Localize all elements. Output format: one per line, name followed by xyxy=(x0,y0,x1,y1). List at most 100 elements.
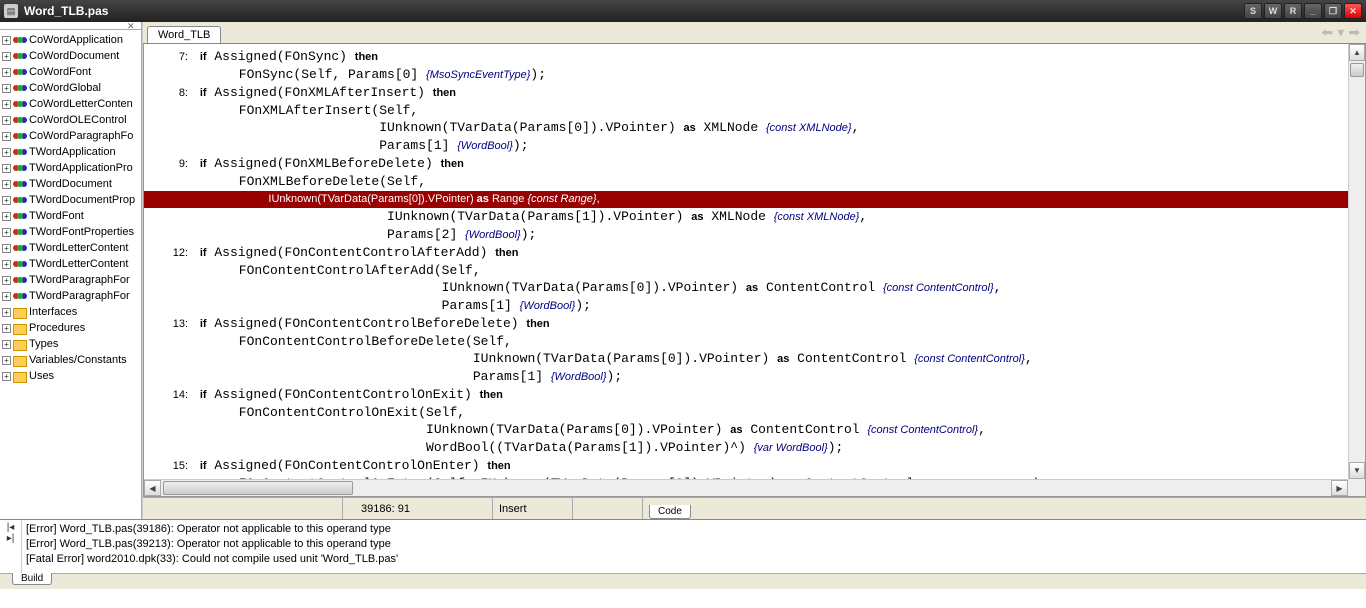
tree-item[interactable]: + CoWordOLEControl xyxy=(0,112,141,128)
scroll-thumb[interactable] xyxy=(1350,63,1364,77)
tree-item[interactable]: +CoWordApplication xyxy=(0,32,141,48)
btn-r[interactable]: R xyxy=(1284,3,1302,19)
tree-item[interactable]: +CoWordParagraphFo xyxy=(0,128,141,144)
horizontal-scrollbar[interactable]: ◀ ▶ xyxy=(144,479,1348,496)
close-button[interactable]: ✕ xyxy=(1344,3,1362,19)
tree-item-label: Variables/Constants xyxy=(29,354,127,366)
hscroll-thumb[interactable] xyxy=(163,481,353,495)
tree-item[interactable]: + Uses xyxy=(0,368,141,384)
tree-item[interactable]: +TWordLetterContent xyxy=(0,240,141,256)
tree-item[interactable]: + Types xyxy=(0,336,141,352)
scroll-right-icon[interactable]: ▶ xyxy=(1331,480,1348,496)
msg-last-icon[interactable]: ▸| xyxy=(0,533,21,544)
code-area[interactable]: 7: if Assigned(FOnSync) then FOnSync(Sel… xyxy=(143,44,1366,497)
cursor-position: 39186: 91 xyxy=(343,498,493,519)
expander-icon[interactable]: + xyxy=(2,292,11,301)
tree-item[interactable]: + CoWordFont xyxy=(0,64,141,80)
expander-icon[interactable]: + xyxy=(2,164,11,173)
class-icon xyxy=(13,34,27,47)
panel-close-icon[interactable]: ✕ xyxy=(127,22,139,30)
tree-item-label: TWordApplicationPro xyxy=(29,162,133,174)
scroll-up-icon[interactable]: ▲ xyxy=(1349,44,1365,61)
nav-dropdown-icon[interactable]: ▾ xyxy=(1337,24,1344,41)
main-area: ✕ +CoWordApplication+CoWordDocument+CoWo… xyxy=(0,22,1366,519)
status-bar: 39186: 91 Insert Code xyxy=(143,497,1366,519)
expander-icon[interactable]: + xyxy=(2,132,11,141)
scroll-down-icon[interactable]: ▼ xyxy=(1349,462,1365,479)
tree-item-label: CoWordOLEControl xyxy=(29,114,127,126)
expander-icon[interactable]: + xyxy=(2,308,11,317)
status-cell-1 xyxy=(143,498,343,519)
msg-first-icon[interactable]: |◂ xyxy=(0,522,21,533)
expander-icon[interactable]: + xyxy=(2,52,11,61)
tree-item[interactable]: + Interfaces xyxy=(0,304,141,320)
tree-item-label: Interfaces xyxy=(29,306,77,318)
expander-icon[interactable]: + xyxy=(2,148,11,157)
expander-icon[interactable]: + xyxy=(2,212,11,221)
expander-icon[interactable]: + xyxy=(2,180,11,189)
tree-item-label: CoWordFont xyxy=(29,66,91,78)
tree-item[interactable]: + TWordApplicationPro xyxy=(0,160,141,176)
expander-icon[interactable]: + xyxy=(2,196,11,205)
tree-item[interactable]: +CoWordLetterConten xyxy=(0,96,141,112)
expander-icon[interactable]: + xyxy=(2,340,11,349)
tree-item[interactable]: + TWordFontProperties xyxy=(0,224,141,240)
tree-item[interactable]: +TWordDocument xyxy=(0,176,141,192)
minimize-button[interactable]: _ xyxy=(1304,3,1322,19)
expander-icon[interactable]: + xyxy=(2,260,11,269)
tree-item[interactable]: +TWordFont xyxy=(0,208,141,224)
message-line[interactable]: [Error] Word_TLB.pas(39186): Operator no… xyxy=(26,522,1362,537)
maximize-button[interactable]: ❐ xyxy=(1324,3,1342,19)
expander-icon[interactable]: + xyxy=(2,116,11,125)
tree-item[interactable]: + TWordDocumentProp xyxy=(0,192,141,208)
tree-item-label: TWordFontProperties xyxy=(29,226,134,238)
tree-item[interactable]: +CoWordGlobal xyxy=(0,80,141,96)
expander-icon[interactable]: + xyxy=(2,68,11,77)
expander-icon[interactable]: + xyxy=(2,36,11,45)
class-icon xyxy=(13,66,27,79)
expander-icon[interactable]: + xyxy=(2,276,11,285)
expander-icon[interactable]: + xyxy=(2,100,11,109)
class-icon xyxy=(13,274,27,287)
expander-icon[interactable]: + xyxy=(2,372,11,381)
msg-gutter: |◂ ▸| xyxy=(0,520,22,573)
vertical-scrollbar[interactable]: ▲ ▼ xyxy=(1348,44,1365,479)
expander-icon[interactable]: + xyxy=(2,228,11,237)
code-content[interactable]: 7: if Assigned(FOnSync) then FOnSync(Sel… xyxy=(144,44,1365,493)
expander-icon[interactable]: + xyxy=(2,84,11,93)
class-icon xyxy=(13,50,27,63)
tree-item[interactable]: + Variables/Constants xyxy=(0,352,141,368)
messages-list[interactable]: [Error] Word_TLB.pas(39186): Operator no… xyxy=(22,520,1366,573)
nav-back-icon[interactable]: ⬅ xyxy=(1322,24,1334,41)
message-line[interactable]: [Error] Word_TLB.pas(39213): Operator no… xyxy=(26,537,1362,552)
editor-tab[interactable]: Word_TLB xyxy=(147,26,221,43)
tree-item-label: TWordDocumentProp xyxy=(29,194,135,206)
window-buttons: S W R _ ❐ ✕ xyxy=(1244,3,1362,19)
scroll-left-icon[interactable]: ◀ xyxy=(144,480,161,496)
tree-item[interactable]: +TWordParagraphFor xyxy=(0,272,141,288)
tree-item[interactable]: +TWordApplication xyxy=(0,144,141,160)
message-line[interactable]: [Fatal Error] word2010.dpk(33): Could no… xyxy=(26,552,1362,567)
title-bar: ▤ Word_TLB.pas S W R _ ❐ ✕ xyxy=(0,0,1366,22)
expander-icon[interactable]: + xyxy=(2,324,11,333)
btn-s[interactable]: S xyxy=(1244,3,1262,19)
tree-item[interactable]: +TWordLetterContent xyxy=(0,256,141,272)
class-icon xyxy=(13,258,27,271)
code-view-tab[interactable]: Code xyxy=(649,505,691,519)
tree-item-label: Uses xyxy=(29,370,54,382)
view-tabs: Code xyxy=(643,498,691,519)
expander-icon[interactable]: + xyxy=(2,244,11,253)
tree-body[interactable]: +CoWordApplication+CoWordDocument+CoWord… xyxy=(0,30,141,519)
build-tab[interactable]: Build xyxy=(12,573,52,585)
tree-item-label: TWordParagraphFor xyxy=(29,290,130,302)
class-icon xyxy=(13,98,27,111)
nav-forward-icon[interactable]: ➡ xyxy=(1348,24,1360,41)
class-icon xyxy=(13,194,27,207)
tree-item[interactable]: +CoWordDocument xyxy=(0,48,141,64)
btn-w[interactable]: W xyxy=(1264,3,1282,19)
expander-icon[interactable]: + xyxy=(2,356,11,365)
folder-icon xyxy=(13,370,27,383)
tree-item[interactable]: +Procedures xyxy=(0,320,141,336)
tree-item[interactable]: + TWordParagraphFor xyxy=(0,288,141,304)
tree-item-label: Types xyxy=(29,338,58,350)
